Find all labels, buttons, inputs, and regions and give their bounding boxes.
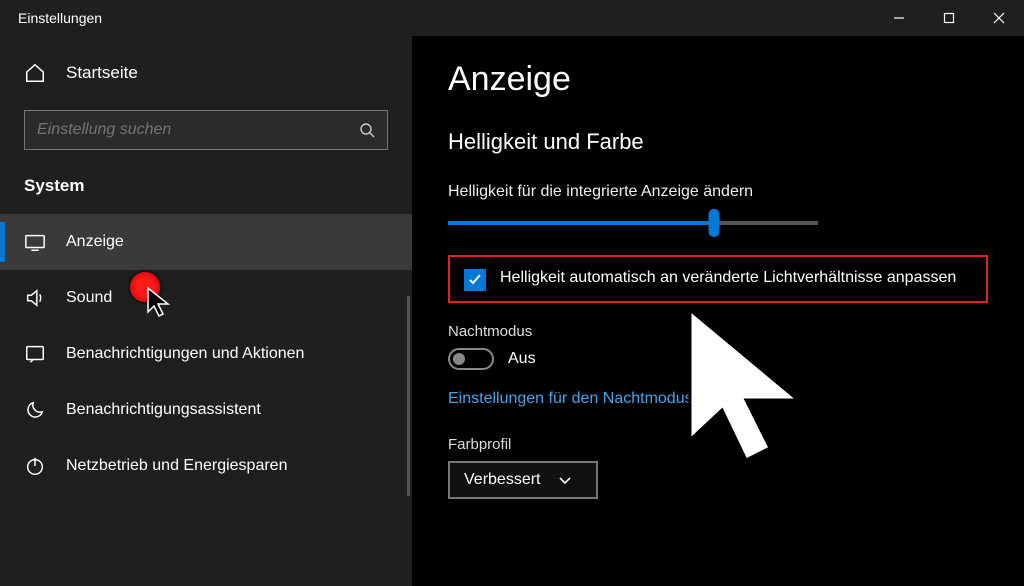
title-bar: Einstellungen [0,0,1024,36]
home-button[interactable]: Startseite [0,54,412,92]
search-icon [359,122,375,138]
sidebar-item-label: Sound [66,289,112,307]
window-controls [874,0,1024,36]
nightmode-toggle-row: Aus [448,348,988,370]
sidebar-item-focus-assist[interactable]: Benachrichtigungsassistent [0,382,412,438]
sidebar-scrollbar[interactable] [407,296,410,496]
window-title: Einstellungen [0,10,874,26]
main-pane: Anzeige Helligkeit und Farbe Helligkeit … [412,36,1024,586]
brightness-label: Helligkeit für die integrierte Anzeige ä… [448,183,988,201]
sidebar-item-notifications[interactable]: Benachrichtigungen und Aktionen [0,326,412,382]
colorprofile-value: Verbessert [464,471,540,489]
sidebar-item-label: Netzbetrieb und Energiesparen [66,457,287,475]
page-title: Anzeige [448,60,988,99]
home-label: Startseite [66,63,138,83]
auto-brightness-checkbox[interactable] [464,269,486,291]
sidebar-item-label: Benachrichtigungen und Aktionen [66,345,304,363]
auto-brightness-row[interactable]: Helligkeit automatisch an veränderte Lic… [448,255,988,303]
slider-thumb[interactable] [709,209,720,237]
nightmode-state: Aus [508,350,536,368]
power-icon [24,455,46,477]
toggle-knob [453,353,465,365]
nightmode-label: Nachtmodus [448,323,988,340]
sidebar-item-label: Anzeige [66,233,124,251]
sound-icon [24,287,46,309]
auto-brightness-label: Helligkeit automatisch an veränderte Lic… [500,267,956,289]
search-box[interactable] [24,110,388,150]
display-icon [24,231,46,253]
colorprofile-dropdown[interactable]: Verbessert [448,461,598,499]
search-input[interactable] [37,121,359,139]
brightness-slider[interactable] [448,213,818,233]
chevron-down-icon [558,473,572,487]
nightmode-toggle[interactable] [448,348,494,370]
sidebar-item-label: Benachrichtigungsassistent [66,401,261,419]
notifications-icon [24,343,46,365]
moon-icon [24,399,46,421]
sidebar-item-display[interactable]: Anzeige [0,214,412,270]
sidebar: Startseite System Anzeige Sound Be [0,36,412,586]
sidebar-item-sound[interactable]: Sound [0,270,412,326]
sidebar-section-heading: System [0,176,412,214]
home-icon [24,62,46,84]
sidebar-item-power[interactable]: Netzbetrieb und Energiesparen [0,438,412,494]
colorprofile-label: Farbprofil [448,436,988,453]
close-button[interactable] [974,0,1024,36]
minimize-button[interactable] [874,0,924,36]
slider-track-fg [448,221,714,225]
section-title: Helligkeit und Farbe [448,129,988,155]
maximize-button[interactable] [924,0,974,36]
nightmode-settings-link[interactable]: Einstellungen für den Nachtmodus [448,390,693,408]
annotation-red-dot [130,272,160,302]
